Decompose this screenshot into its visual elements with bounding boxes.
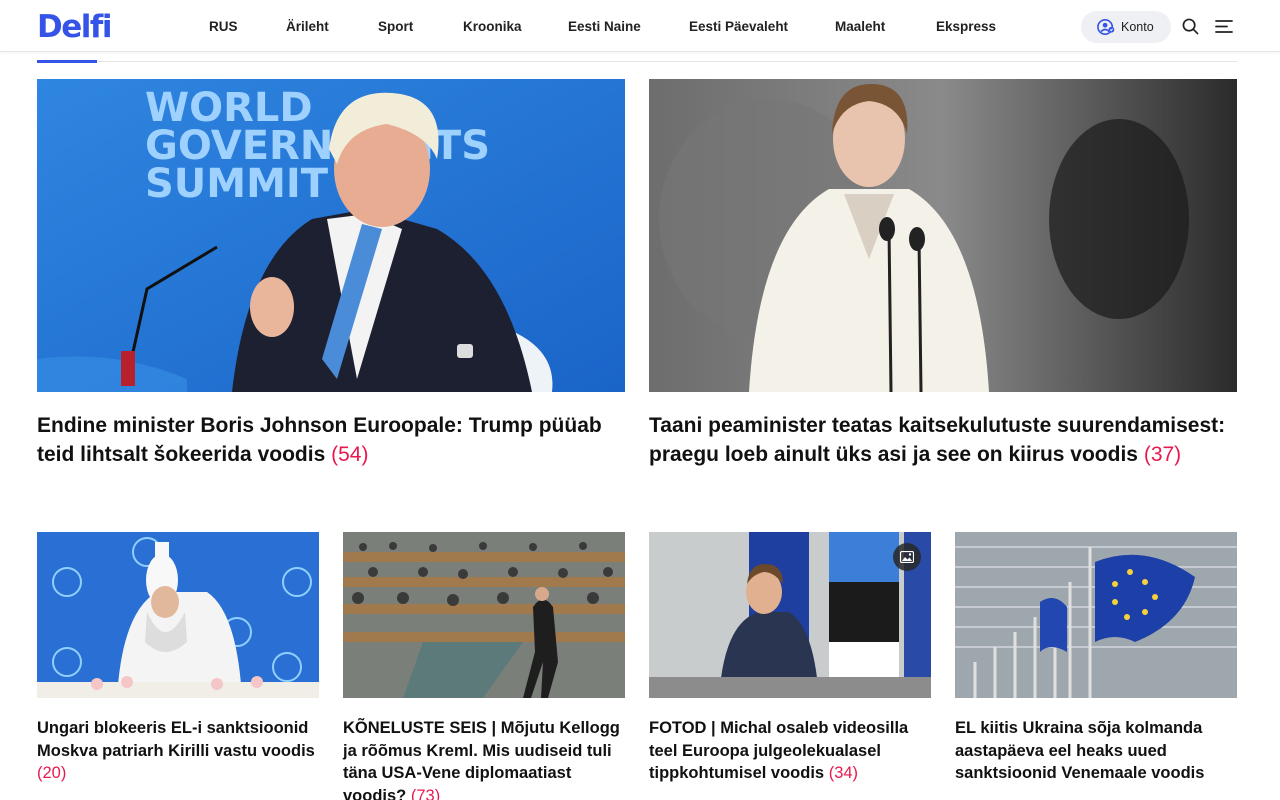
comment-count[interactable]: (34) xyxy=(829,764,858,782)
nav-item-maaleht[interactable]: Maaleht xyxy=(835,18,885,36)
article-title[interactable]: KÕNELUSTE SEIS | Mõjutu Kellogg ja rõõmu… xyxy=(343,717,625,800)
site-header: Delfi RUS Ärileht Sport Kroonika Eesti N… xyxy=(0,0,1280,52)
nav-item-sport[interactable]: Sport xyxy=(378,18,413,36)
article-card[interactable]: Taani peaminister teatas kaitsekulutuste… xyxy=(649,79,1237,509)
section-divider xyxy=(37,61,1237,62)
article-title-text: EL kiitis Ukraina sõja kolmanda aastapäe… xyxy=(955,719,1205,782)
image-gallery-icon xyxy=(900,551,914,563)
menu-icon[interactable] xyxy=(1215,19,1233,34)
article-title-text: Ungari blokeeris EL-i sanktsioonid Moskv… xyxy=(37,719,315,760)
nav-item-arileht[interactable]: Ärileht xyxy=(286,18,329,36)
article-image[interactable] xyxy=(37,532,319,698)
article-card[interactable]: Ungari blokeeris EL-i sanktsioonid Moskv… xyxy=(37,532,319,800)
article-card[interactable]: FOTOD | Michal osaleb videosilla teel Eu… xyxy=(649,532,931,800)
article-title[interactable]: EL kiitis Ukraina sõja kolmanda aastapäe… xyxy=(955,717,1237,785)
article-card[interactable]: KÕNELUSTE SEIS | Mõjutu Kellogg ja rõõmu… xyxy=(343,532,625,800)
account-button[interactable]: Konto xyxy=(1081,11,1171,43)
gallery-badge xyxy=(893,543,921,571)
article-title-text: Endine minister Boris Johnson Euroopale:… xyxy=(37,414,602,466)
backdrop-text: SUMMIT xyxy=(145,161,329,207)
article-image[interactable]: WORLD GOVERNMENTS SUMMIT xyxy=(37,79,625,392)
article-image[interactable] xyxy=(343,532,625,698)
comment-count[interactable]: (73) xyxy=(411,787,440,800)
article-title-text: KÕNELUSTE SEIS | Mõjutu Kellogg ja rõõmu… xyxy=(343,719,620,800)
article-title[interactable]: Endine minister Boris Johnson Euroopale:… xyxy=(37,411,625,469)
article-image[interactable] xyxy=(649,532,931,698)
article-title-text: Taani peaminister teatas kaitsekulutuste… xyxy=(649,414,1226,466)
nav-item-eesti-paevaleht[interactable]: Eesti Päevaleht xyxy=(689,18,788,36)
account-label: Konto xyxy=(1121,20,1154,34)
article-title[interactable]: Ungari blokeeris EL-i sanktsioonid Moskv… xyxy=(37,717,319,785)
article-card[interactable]: EL kiitis Ukraina sõja kolmanda aastapäe… xyxy=(955,532,1237,800)
comment-count[interactable]: (54) xyxy=(331,443,368,466)
section-active-indicator xyxy=(37,60,97,63)
article-image[interactable] xyxy=(649,79,1237,392)
article-card[interactable]: WORLD GOVERNMENTS SUMMIT Endine minister… xyxy=(37,79,625,479)
article-title-text: FOTOD | Michal osaleb videosilla teel Eu… xyxy=(649,719,909,782)
nav-item-ekspress[interactable]: Ekspress xyxy=(936,18,996,36)
search-icon[interactable] xyxy=(1182,18,1199,35)
nav-item-rus[interactable]: RUS xyxy=(209,18,238,36)
article-title[interactable]: Taani peaminister teatas kaitsekulutuste… xyxy=(649,411,1237,469)
nav-item-eesti-naine[interactable]: Eesti Naine xyxy=(568,18,641,36)
comment-count[interactable]: (20) xyxy=(37,764,66,782)
article-image[interactable] xyxy=(955,532,1237,698)
user-circle-icon xyxy=(1097,18,1115,36)
nav-item-kroonika[interactable]: Kroonika xyxy=(463,18,522,36)
article-title[interactable]: FOTOD | Michal osaleb videosilla teel Eu… xyxy=(649,717,931,785)
comment-count[interactable]: (37) xyxy=(1144,443,1181,466)
